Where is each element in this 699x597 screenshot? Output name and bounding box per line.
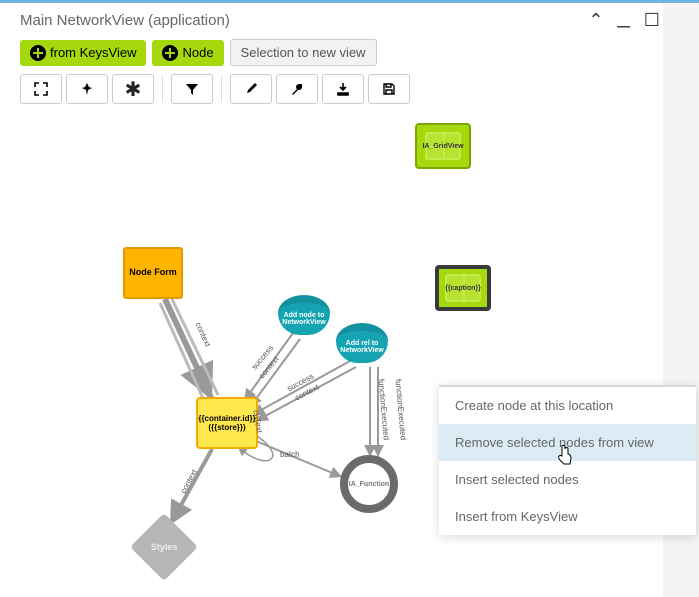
brush-icon[interactable]	[230, 74, 272, 104]
menu-remove-selected[interactable]: Remove selected nodes from view	[439, 424, 696, 461]
edge-label: functionExecuted	[394, 379, 408, 441]
wrench-icon[interactable]	[276, 74, 318, 104]
pin-icon[interactable]	[66, 74, 108, 104]
from-keysview-label: from KeysView	[50, 45, 136, 60]
context-menu: Create node at this location Remove sele…	[439, 385, 696, 535]
save-icon[interactable]	[368, 74, 410, 104]
menu-create-node[interactable]: Create node at this location	[439, 387, 696, 424]
node-add-node[interactable]: Add node to NetworkView	[278, 295, 330, 335]
selection-to-new-view-button[interactable]: Selection to new view	[230, 39, 377, 66]
separator	[221, 76, 222, 102]
fullscreen-icon[interactable]	[20, 74, 62, 104]
separator	[162, 76, 163, 102]
edge-label: batch	[280, 450, 300, 459]
toolbar-primary: from KeysView Node Selection to new view	[0, 35, 699, 70]
node-container[interactable]: {{container.id}} ({{store}})	[196, 397, 258, 449]
node-node-form[interactable]: Node Form	[123, 247, 183, 299]
from-keysview-button[interactable]: from KeysView	[20, 40, 146, 66]
node-label: Node	[182, 45, 213, 60]
edge-label: functionExecuted	[377, 379, 391, 441]
collapse-icon[interactable]: ⌃	[588, 10, 603, 31]
menu-insert-keysview[interactable]: Insert from KeysView	[439, 498, 696, 535]
titlebar: Main NetworkView (application) ⌃ _ ☐ ✕	[0, 3, 699, 35]
node-button[interactable]: Node	[152, 40, 223, 66]
node-add-rel[interactable]: Add rel to NetworkView	[336, 323, 388, 363]
node-ia-function[interactable]: IA_Function	[340, 455, 398, 513]
node-styles[interactable]: Styles	[130, 513, 198, 581]
window-title: Main NetworkView (application)	[20, 12, 588, 29]
download-icon[interactable]	[322, 74, 364, 104]
edge-label: context	[194, 321, 213, 348]
filter-icon[interactable]	[171, 74, 213, 104]
maximize-icon[interactable]: ☐	[644, 10, 660, 31]
plus-icon	[162, 45, 178, 61]
edge-label: context	[179, 468, 199, 495]
node-caption[interactable]: {{caption}}	[435, 265, 491, 311]
menu-insert-selected[interactable]: Insert selected nodes	[439, 461, 696, 498]
minimize-icon[interactable]: _	[618, 3, 630, 29]
star-icon[interactable]: ✱	[112, 74, 154, 104]
node-gridview[interactable]: IA_GridView	[415, 123, 471, 169]
plus-icon	[30, 45, 46, 61]
